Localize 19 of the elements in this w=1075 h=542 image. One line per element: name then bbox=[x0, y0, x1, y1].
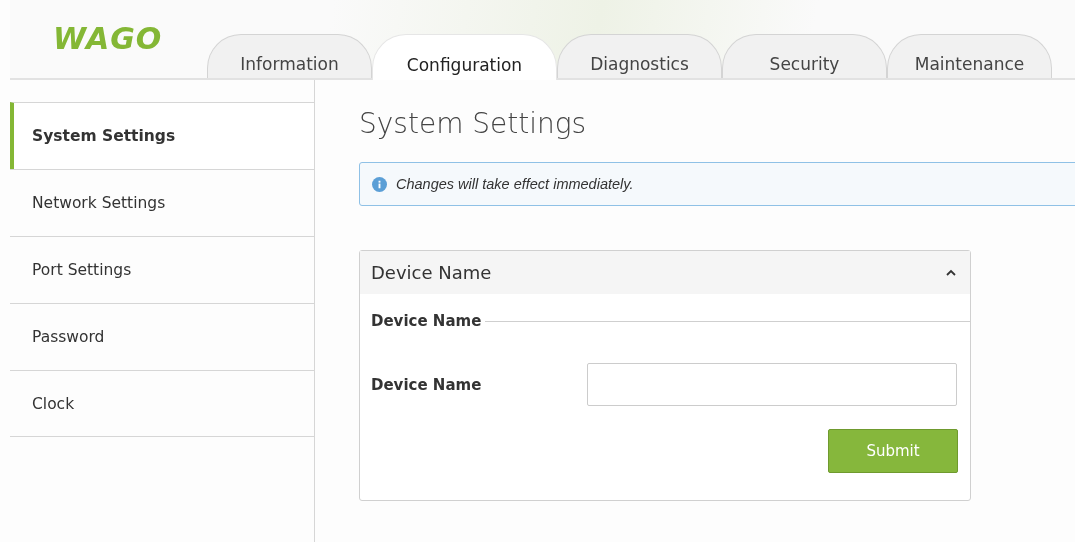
panel-title: Device Name bbox=[371, 262, 492, 283]
tab[interactable]: Security bbox=[722, 34, 887, 78]
sidebar-item[interactable]: Network Settings bbox=[10, 169, 314, 236]
sidebar-item[interactable]: System Settings bbox=[10, 102, 314, 169]
sidebar-item[interactable]: Clock bbox=[10, 370, 314, 437]
sidebar-item[interactable]: Port Settings bbox=[10, 236, 314, 303]
tab[interactable]: Information bbox=[207, 34, 372, 78]
device-name-field[interactable] bbox=[587, 363, 957, 406]
panel-header[interactable]: Device Name bbox=[360, 251, 970, 294]
info-icon bbox=[372, 176, 387, 192]
tab[interactable]: Configuration bbox=[372, 34, 557, 80]
sidebar-item[interactable]: Password bbox=[10, 303, 314, 370]
page-title: System Settings bbox=[359, 106, 588, 142]
info-text: Changes will take effect immediately. bbox=[396, 176, 634, 192]
fieldset-legend: Device Name bbox=[360, 312, 486, 330]
wago-logo: WAGO bbox=[53, 22, 163, 56]
tab[interactable]: Diagnostics bbox=[557, 34, 722, 78]
field-label: Device Name bbox=[371, 375, 483, 394]
tab[interactable]: Maintenance bbox=[887, 34, 1052, 78]
